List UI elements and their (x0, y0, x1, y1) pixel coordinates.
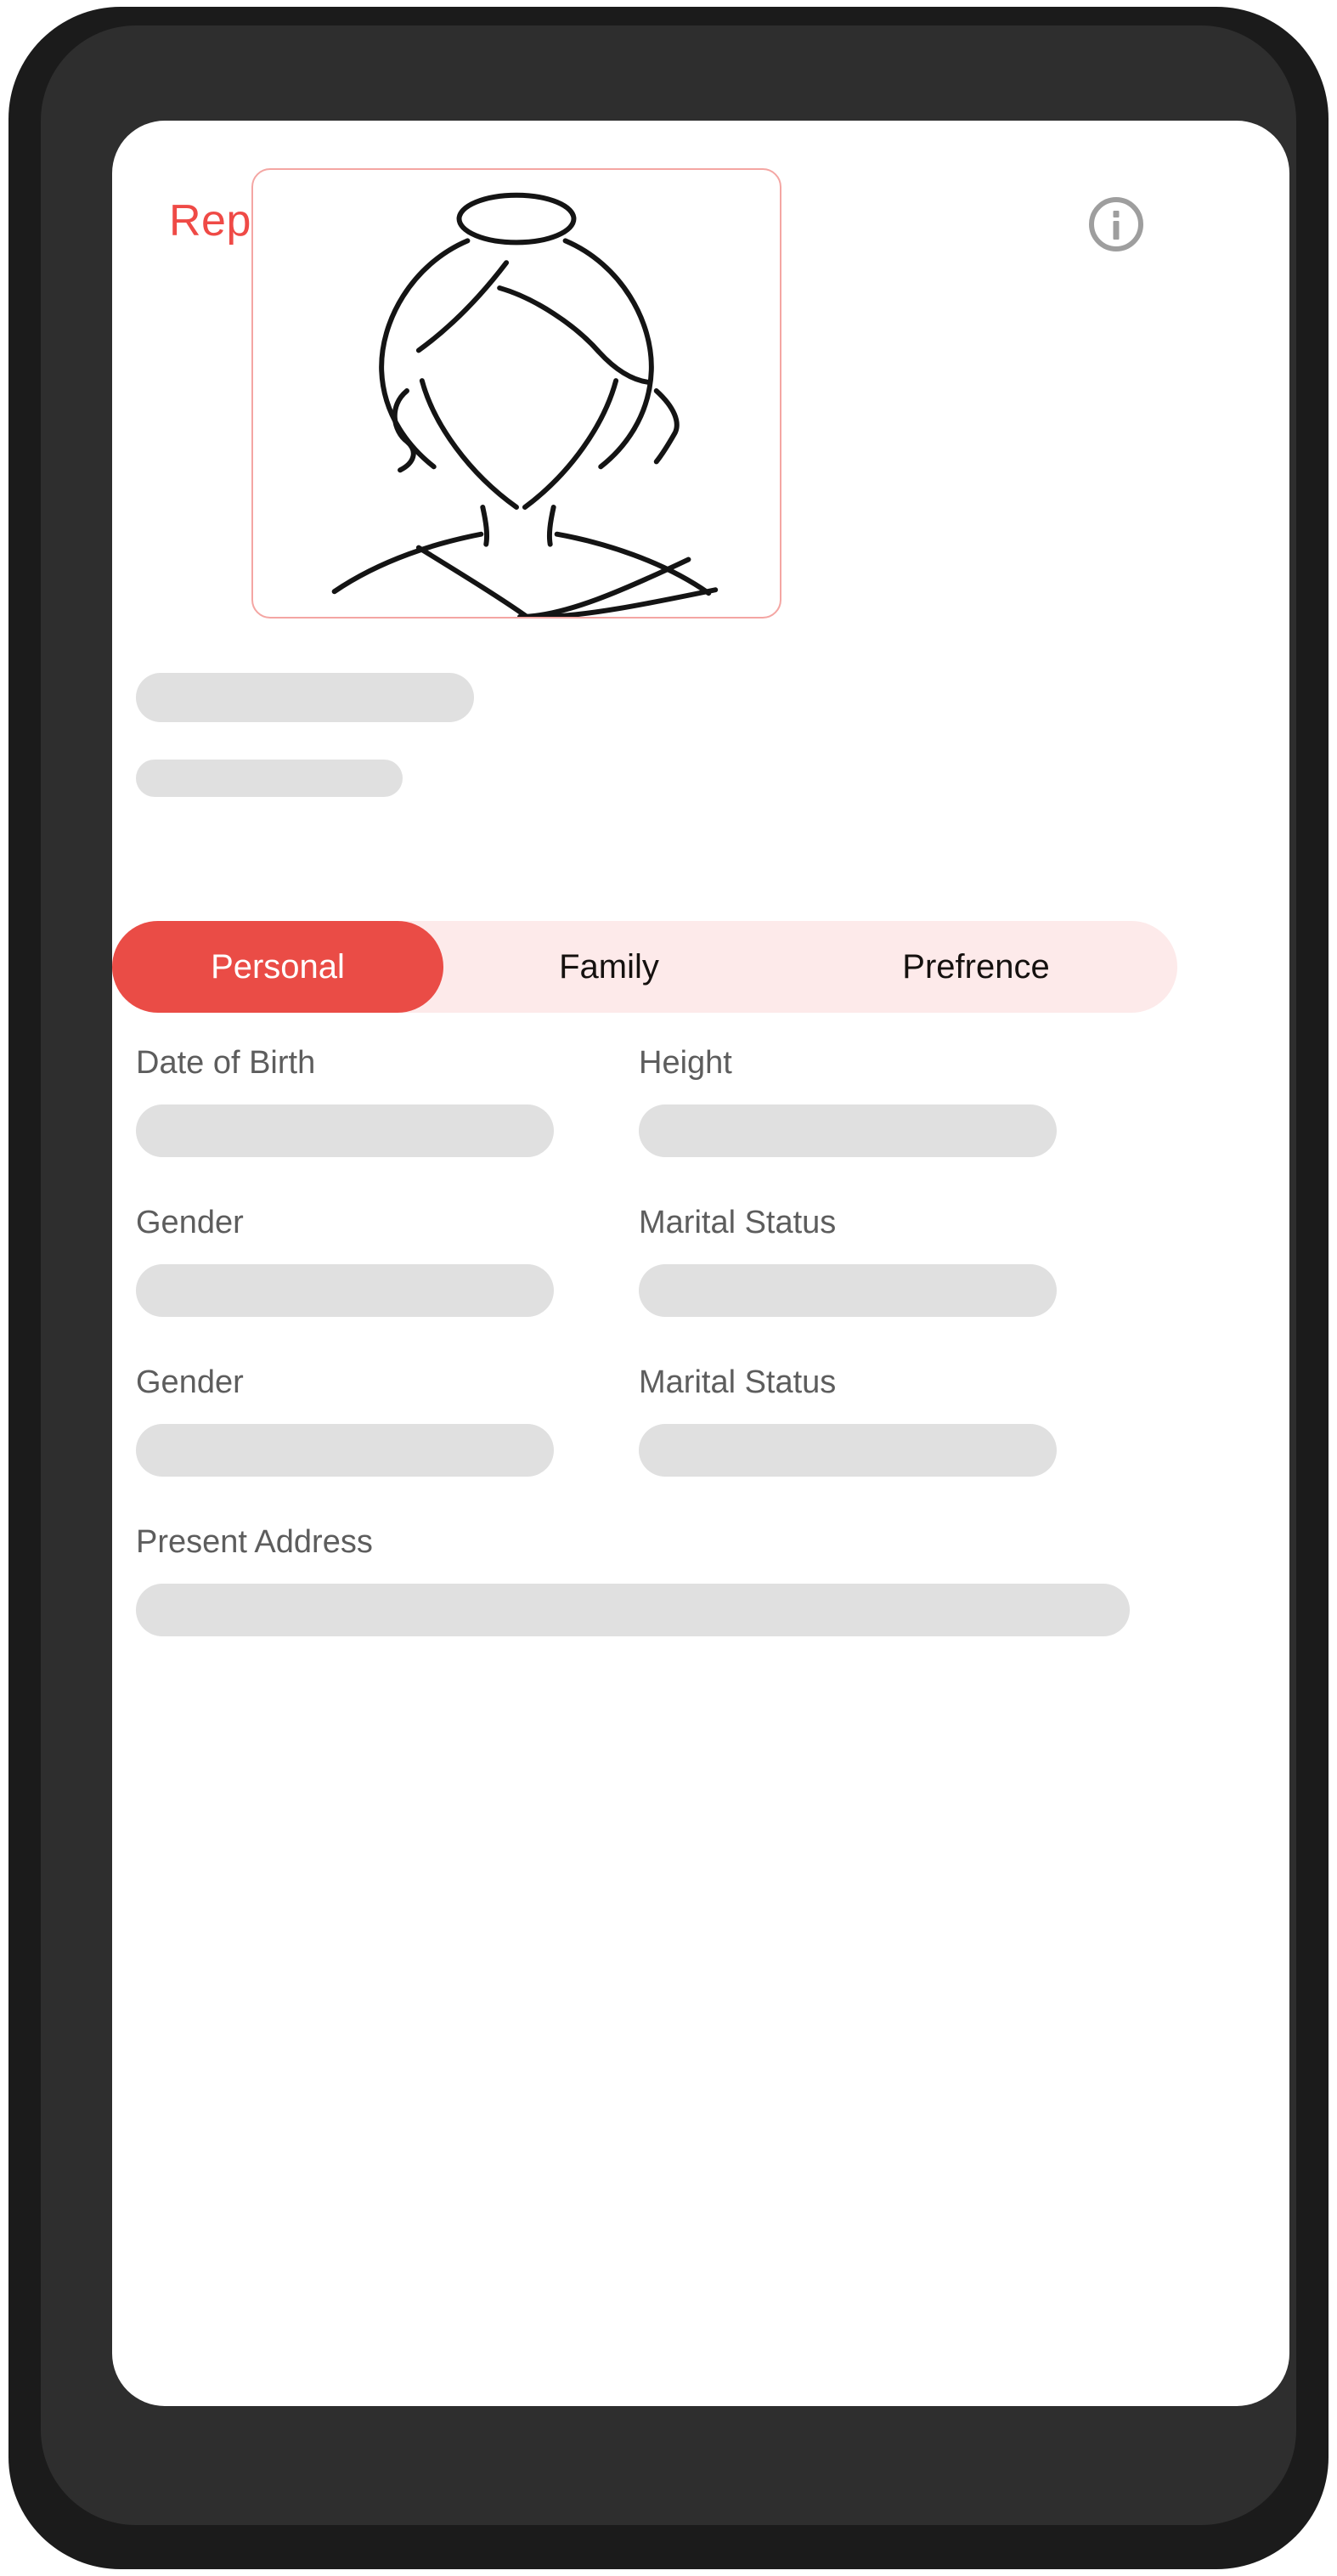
form-row: Gender Marital Status (112, 1366, 1177, 1526)
field-label: Present Address (136, 1524, 373, 1560)
gender-input-2[interactable] (136, 1424, 554, 1477)
form-row: Present Address (112, 1526, 1177, 1686)
form-row: Gender Marital Status (112, 1206, 1177, 1366)
tab-personal[interactable]: Personal (112, 921, 443, 1013)
phone-device-frame: Report Personal Family Prefrence Date of… (8, 7, 1329, 2569)
phone-screen: Report Personal Family Prefrence Date of… (112, 121, 1289, 2406)
profile-name-placeholder (136, 673, 474, 722)
field-label: Gender (136, 1205, 244, 1240)
info-circle-icon (1087, 195, 1145, 253)
tab-prefrence[interactable]: Prefrence (775, 921, 1177, 1013)
date-of-birth-input[interactable] (136, 1104, 554, 1157)
field-gender-2: Gender (136, 1366, 612, 1477)
present-address-input[interactable] (136, 1584, 1130, 1636)
female-portrait-line-art-icon (253, 170, 780, 617)
height-input[interactable] (639, 1104, 1057, 1157)
field-marital-status-2: Marital Status (639, 1366, 1114, 1477)
avatar-frame[interactable] (251, 168, 781, 619)
profile-subtitle-placeholder (136, 760, 403, 797)
gender-input[interactable] (136, 1264, 554, 1317)
field-present-address: Present Address (136, 1526, 1130, 1636)
form-row: Date of Birth Height (112, 1047, 1177, 1206)
personal-form: Date of Birth Height Gender Marital Stat (112, 1047, 1177, 1686)
field-marital-status: Marital Status (639, 1206, 1114, 1317)
field-label: Date of Birth (136, 1045, 316, 1081)
field-gender: Gender (136, 1206, 612, 1317)
info-button[interactable] (1087, 195, 1145, 253)
field-label: Marital Status (639, 1205, 837, 1240)
marital-status-input-2[interactable] (639, 1424, 1057, 1477)
field-height: Height (639, 1047, 1114, 1157)
marital-status-input[interactable] (639, 1264, 1057, 1317)
field-label: Marital Status (639, 1364, 837, 1400)
tab-bar: Personal Family Prefrence (112, 921, 1177, 1013)
tab-family[interactable]: Family (443, 921, 775, 1013)
field-label: Height (639, 1045, 732, 1081)
field-date-of-birth: Date of Birth (136, 1047, 612, 1157)
field-label: Gender (136, 1364, 244, 1400)
phone-bezel: Report Personal Family Prefrence Date of… (41, 25, 1296, 2525)
